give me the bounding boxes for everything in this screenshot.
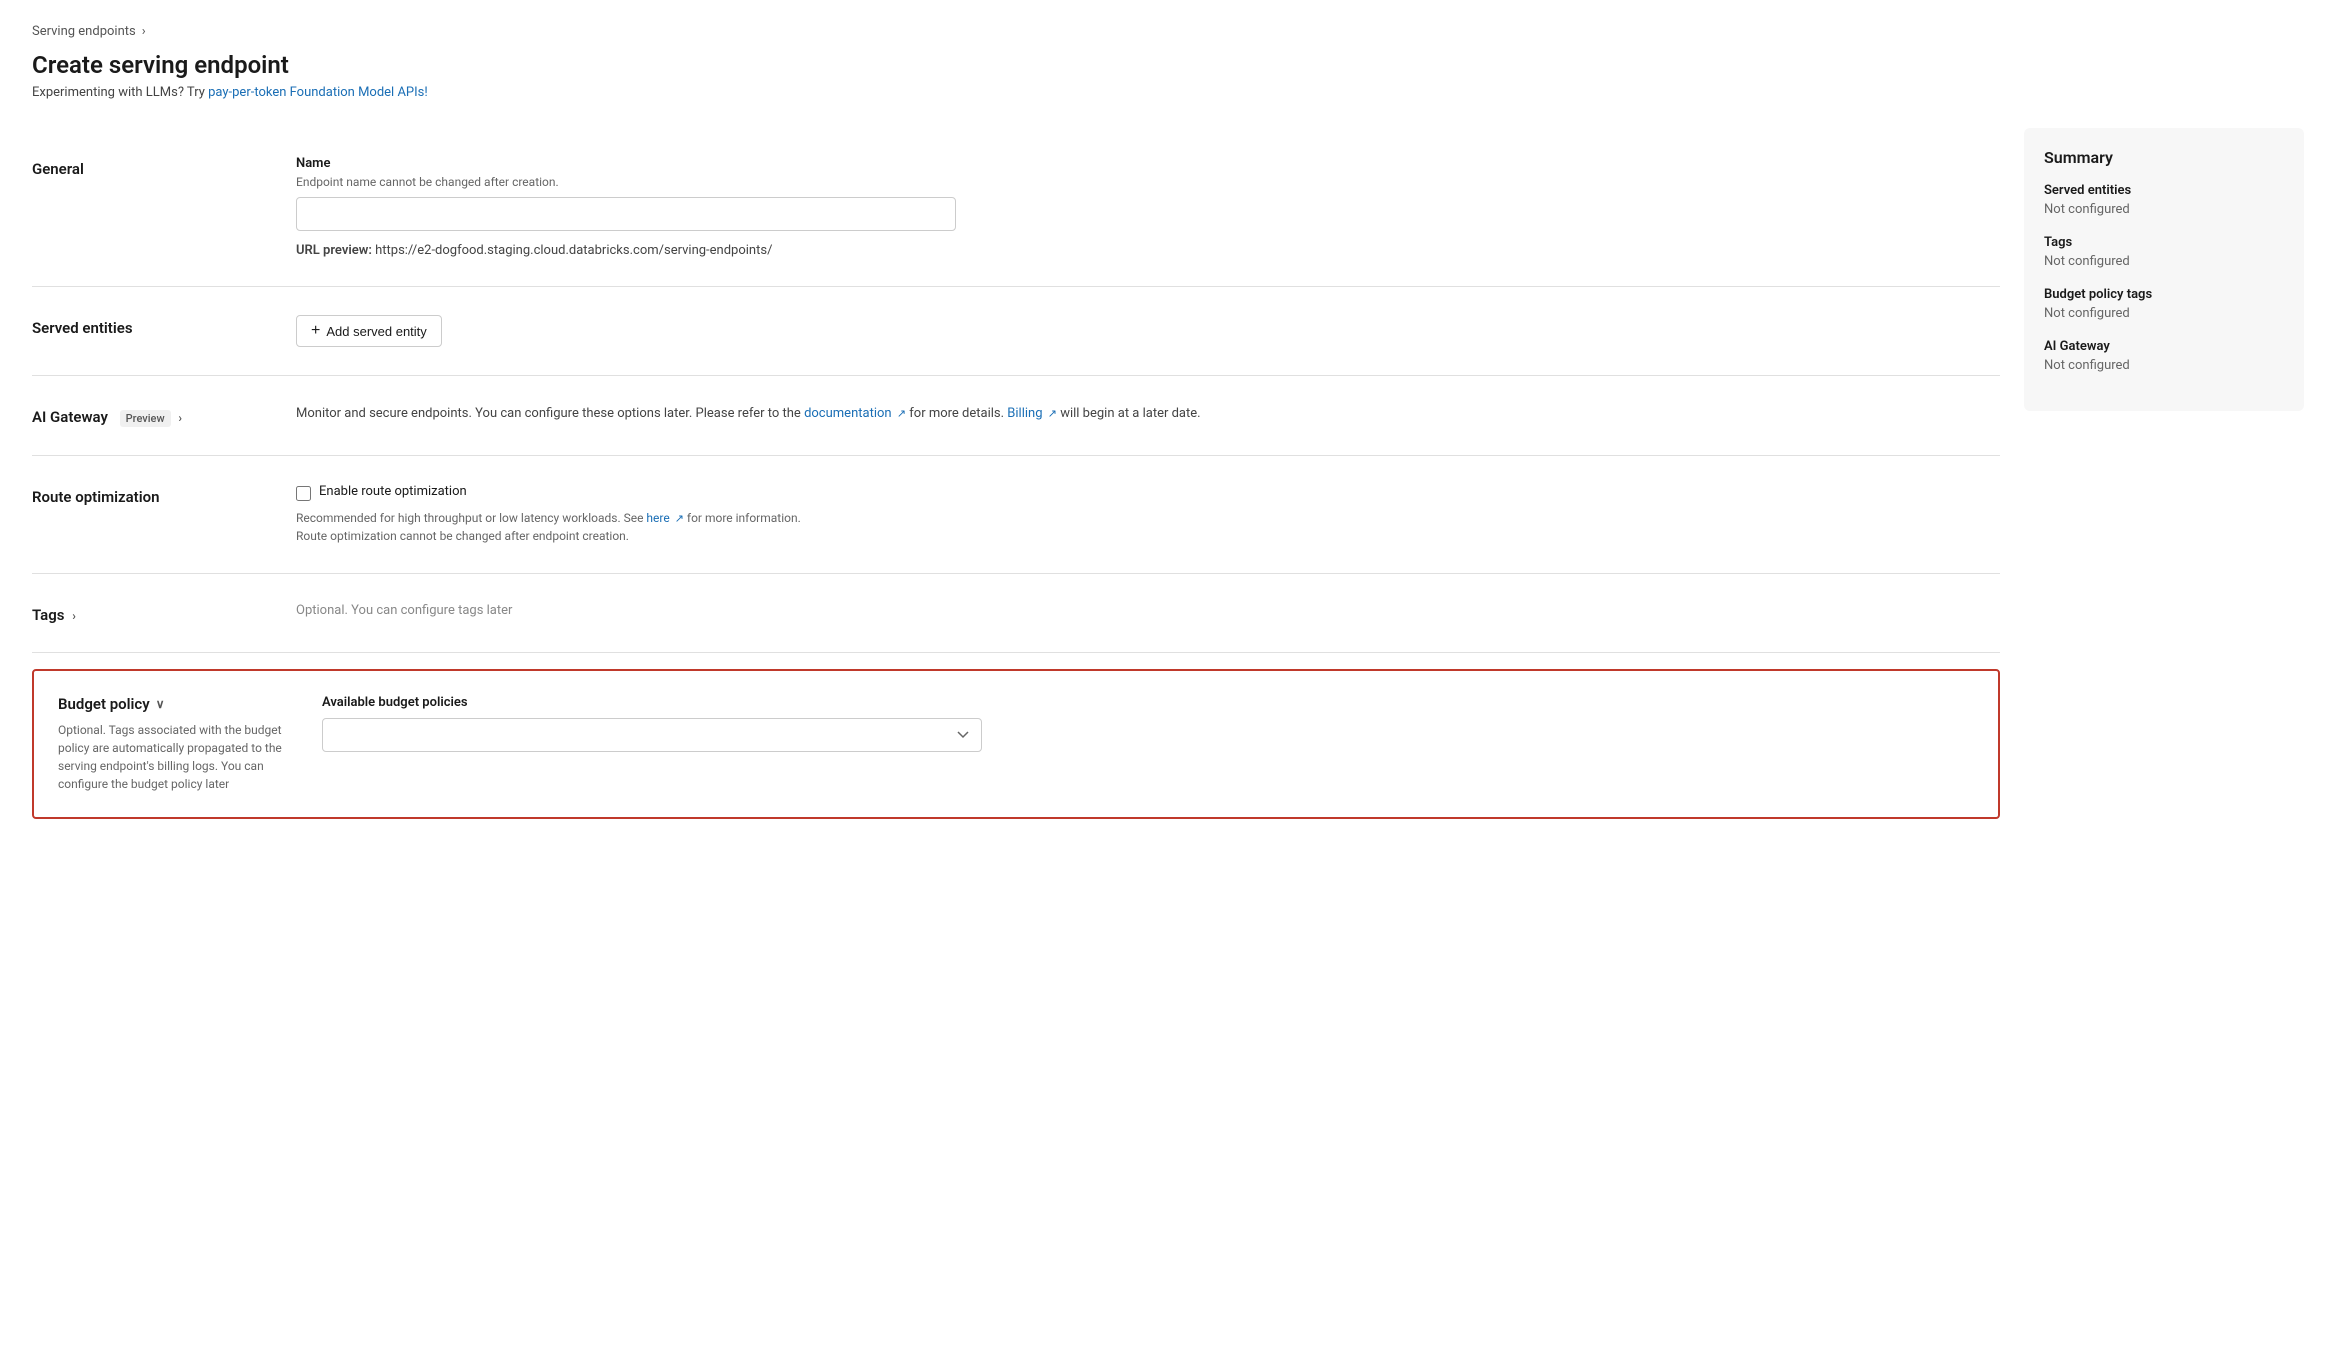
- here-link[interactable]: here ↗: [646, 511, 684, 525]
- ai-gateway-section: AI Gateway Preview › Monitor and secure …: [32, 376, 2000, 456]
- summary-panel: Summary Served entities Not configured T…: [2024, 128, 2304, 411]
- budget-label-title: Budget policy ∨: [58, 695, 298, 713]
- ai-gateway-content: Monitor and secure endpoints. You can co…: [296, 404, 2000, 425]
- add-served-entity-button[interactable]: + Add served entity: [296, 315, 442, 347]
- page-subtitle: Experimenting with LLMs? Try pay-per-tok…: [32, 85, 2304, 100]
- summary-tags-value: Not configured: [2044, 254, 2284, 269]
- budget-field-label: Available budget policies: [322, 695, 1974, 710]
- route-opt-note: Route optimization cannot be changed aft…: [296, 529, 629, 543]
- tags-section: Tags › Optional. You can configure tags …: [32, 574, 2000, 653]
- add-served-entity-label: Add served entity: [326, 324, 426, 339]
- summary-item-2: Budget policy tags Not configured: [2044, 287, 2284, 321]
- budget-label-area: Budget policy ∨ Optional. Tags associate…: [58, 695, 298, 793]
- budget-policy-wrapper: Budget policy ∨ Optional. Tags associate…: [32, 669, 2000, 819]
- documentation-link[interactable]: documentation ↗: [804, 406, 906, 421]
- billing-link[interactable]: Billing ↗: [1007, 406, 1057, 421]
- budget-policy-select[interactable]: [322, 718, 982, 752]
- summary-budget-value: Not configured: [2044, 306, 2284, 321]
- served-entities-content: + Add served entity: [296, 315, 2000, 347]
- route-opt-row: Enable route optimization: [296, 484, 2000, 501]
- served-entities-label: Served entities: [32, 315, 272, 337]
- ai-gateway-label: AI Gateway Preview ›: [32, 404, 272, 427]
- here-external-link-icon: ↗: [675, 511, 684, 528]
- breadcrumb[interactable]: Serving endpoints ›: [32, 24, 2304, 39]
- budget-content: Available budget policies: [322, 695, 1974, 752]
- summary-served-entities-label: Served entities: [2044, 183, 2284, 198]
- general-content: Name Endpoint name cannot be changed aft…: [296, 156, 2000, 258]
- summary-item-3: AI Gateway Not configured: [2044, 339, 2284, 373]
- external-link-icon: ↗: [897, 405, 906, 423]
- budget-policy-section: Budget policy ∨ Optional. Tags associate…: [32, 669, 2000, 819]
- general-label: General: [32, 156, 272, 178]
- summary-tags-label: Tags: [2044, 235, 2284, 250]
- budget-label-desc: Optional. Tags associated with the budge…: [58, 721, 298, 793]
- plus-icon: +: [311, 323, 320, 339]
- tags-chevron-icon[interactable]: ›: [72, 609, 76, 623]
- chevron-right-icon[interactable]: ›: [178, 411, 182, 425]
- budget-chevron-icon[interactable]: ∨: [156, 697, 165, 711]
- general-section: General Name Endpoint name cannot be cha…: [32, 128, 2000, 287]
- url-preview-value: https://e2-dogfood.staging.cloud.databri…: [375, 243, 772, 258]
- endpoint-name-input[interactable]: [296, 197, 956, 231]
- summary-served-entities-value: Not configured: [2044, 202, 2284, 217]
- tags-content: Optional. You can configure tags later: [296, 602, 2000, 618]
- summary-ai-gateway-label: AI Gateway: [2044, 339, 2284, 354]
- route-optimization-checkbox[interactable]: [296, 486, 311, 501]
- subtitle-prefix: Experimenting with LLMs? Try: [32, 85, 208, 100]
- route-optimization-label: Route optimization: [32, 484, 272, 506]
- page-title: Create serving endpoint: [32, 51, 2304, 79]
- url-preview: URL preview: https://e2-dogfood.staging.…: [296, 243, 2000, 258]
- preview-badge: Preview: [120, 410, 171, 427]
- route-opt-label: Enable route optimization: [319, 484, 467, 499]
- summary-item-1: Tags Not configured: [2044, 235, 2284, 269]
- billing-external-link-icon: ↗: [1048, 405, 1057, 423]
- served-entities-section: Served entities + Add served entity: [32, 287, 2000, 376]
- name-label: Name: [296, 156, 2000, 171]
- route-optimization-content: Enable route optimization Recommended fo…: [296, 484, 2000, 546]
- summary-title: Summary: [2044, 148, 2284, 167]
- route-opt-description: Recommended for high throughput or low l…: [296, 509, 2000, 546]
- breadcrumb-link[interactable]: Serving endpoints: [32, 24, 136, 39]
- tags-label: Tags ›: [32, 602, 272, 624]
- summary-budget-label: Budget policy tags: [2044, 287, 2284, 302]
- name-hint: Endpoint name cannot be changed after cr…: [296, 175, 2000, 189]
- form-area: General Name Endpoint name cannot be cha…: [32, 128, 2000, 819]
- foundation-model-link[interactable]: pay-per-token Foundation Model APIs!: [208, 85, 428, 100]
- gateway-description: Monitor and secure endpoints. You can co…: [296, 404, 2000, 425]
- route-optimization-section: Route optimization Enable route optimiza…: [32, 456, 2000, 575]
- summary-ai-gateway-value: Not configured: [2044, 358, 2284, 373]
- url-preview-label: URL preview:: [296, 243, 372, 258]
- breadcrumb-separator: ›: [142, 24, 146, 39]
- tags-optional-text: Optional. You can configure tags later: [296, 603, 512, 618]
- summary-item-0: Served entities Not configured: [2044, 183, 2284, 217]
